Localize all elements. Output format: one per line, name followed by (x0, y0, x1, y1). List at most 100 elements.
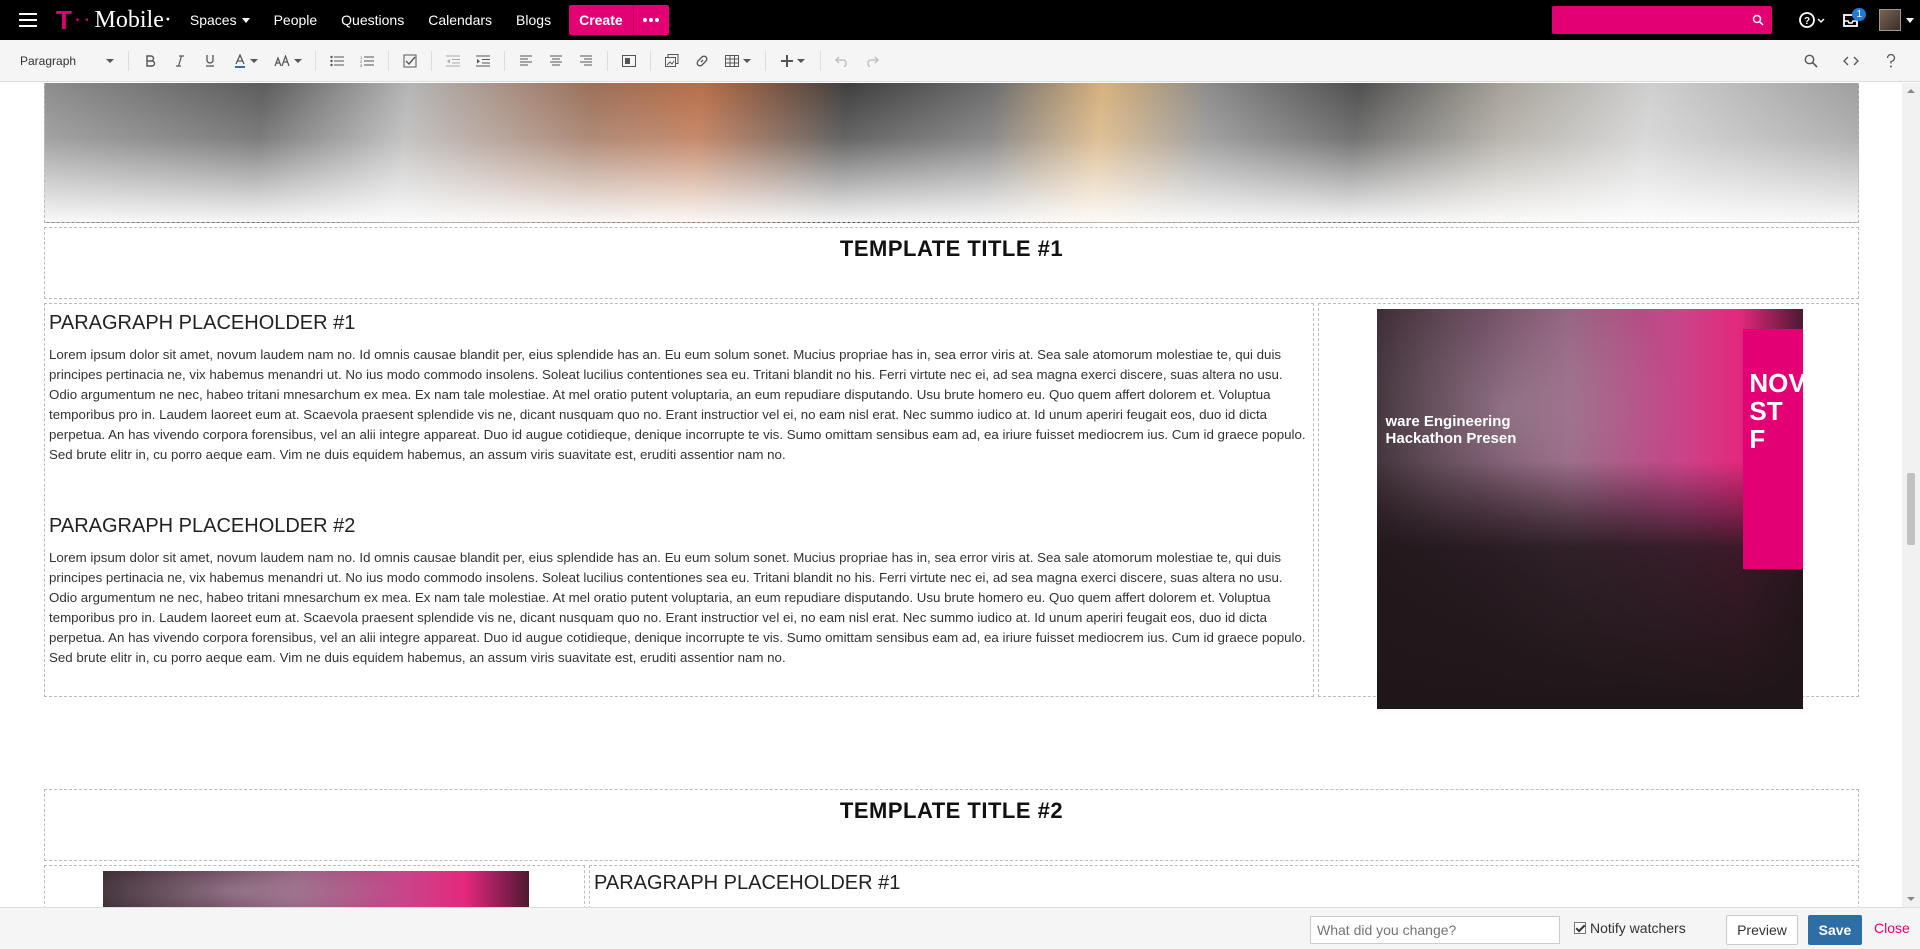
vertical-scrollbar[interactable] (1902, 83, 1920, 907)
code-icon (1843, 56, 1859, 66)
undo-button[interactable] (829, 48, 855, 74)
nav-people[interactable]: People (274, 0, 318, 40)
source-code-button[interactable] (1838, 48, 1864, 74)
photo-people-area (1377, 461, 1803, 709)
svg-text:?: ? (1804, 16, 1810, 27)
redo-button[interactable] (859, 48, 885, 74)
toolbar-divider (765, 50, 766, 71)
insert-more-button[interactable] (774, 48, 812, 74)
table-icon (725, 54, 739, 67)
create-button[interactable]: Create (569, 5, 633, 35)
chevron-down-icon (1905, 17, 1914, 23)
photo-sign: NOV ST F (1743, 329, 1806, 569)
svg-text:3: 3 (360, 63, 363, 67)
underline-button[interactable] (197, 48, 223, 74)
insert-table-button[interactable] (719, 48, 757, 74)
help-button[interactable] (1878, 48, 1904, 74)
notifications-button[interactable]: 1 (1832, 0, 1872, 40)
chevron-down-icon (294, 58, 302, 63)
bold-icon (146, 54, 156, 67)
change-comment-input[interactable] (1310, 916, 1560, 944)
find-replace-button[interactable] (1798, 48, 1824, 74)
notification-count-badge: 1 (1852, 8, 1866, 21)
more-options-button[interactable] (632, 5, 669, 35)
align-left-button[interactable] (513, 48, 539, 74)
numbered-list-button[interactable]: 123 (354, 48, 380, 74)
notify-watchers-label: Notify watchers (1590, 920, 1686, 936)
template-title-1: TEMPLATE TITLE #1 (839, 236, 1064, 261)
template-title-1-section[interactable]: TEMPLATE TITLE #1 (44, 227, 1859, 299)
chevron-down-icon (797, 58, 805, 63)
plus-icon (781, 54, 793, 67)
toolbar-divider (650, 50, 651, 71)
paragraph-heading-section-2: PARAGRAPH PLACEHOLDER #1 (594, 872, 901, 894)
paragraph-text-1: Lorem ipsum dolor sit amet, novum laudem… (49, 347, 1306, 462)
scrollbar-thumb[interactable] (1907, 473, 1915, 545)
align-center-button[interactable] (543, 48, 569, 74)
scroll-down-arrow-icon[interactable] (1907, 897, 1915, 901)
image-icon (665, 53, 679, 67)
editor-content[interactable]: TEMPLATE TITLE #1 PARAGRAPH PLACEHOLDER … (0, 83, 1902, 907)
toolbar-divider (128, 50, 129, 71)
bullet-list-button[interactable] (324, 48, 350, 74)
notify-watchers-checkbox[interactable]: Notify watchers (1574, 920, 1686, 936)
image-column-section-1[interactable]: NOV ST F ware Engineering Hackathon Pres… (1318, 303, 1859, 709)
nav-calendars[interactable]: Calendars (428, 0, 492, 40)
ellipsis-icon (643, 18, 660, 22)
task-list-button[interactable] (397, 48, 423, 74)
align-center-icon (550, 55, 562, 66)
insert-image-button[interactable] (659, 48, 685, 74)
text-color-button[interactable] (227, 48, 265, 74)
italic-icon (176, 54, 184, 67)
outdent-button[interactable] (440, 48, 466, 74)
user-menu[interactable] (1872, 0, 1920, 40)
chevron-down-icon (241, 17, 250, 23)
underline-icon (206, 55, 214, 67)
bold-button[interactable] (137, 48, 163, 74)
t-mobile-logo[interactable]: T ·· Mobile· (56, 0, 172, 40)
template-title-2: TEMPLATE TITLE #2 (839, 798, 1064, 823)
paragraph-heading-1: PARAGRAPH PLACEHOLDER #1 (49, 312, 356, 334)
text-column-section-1[interactable]: PARAGRAPH PLACEHOLDER #1 Lorem ipsum dol… (44, 303, 1314, 697)
outdent-icon (446, 55, 460, 66)
chevron-down-icon (106, 58, 114, 63)
save-button[interactable]: Save (1808, 915, 1862, 945)
link-icon (696, 55, 708, 66)
hamburger-menu-icon[interactable] (0, 0, 56, 40)
indent-button[interactable] (470, 48, 496, 74)
toolbar-divider (607, 50, 608, 71)
question-mark-icon (1886, 54, 1896, 68)
block-format-select[interactable]: Paragraph (12, 48, 122, 74)
text-style-icon (274, 54, 290, 66)
checkbox-checked-icon[interactable] (1574, 922, 1586, 934)
numbered-list-icon: 123 (360, 55, 374, 67)
photo-caption: ware Engineering Hackathon Presen (1385, 413, 1517, 447)
text-column-section-2[interactable]: PARAGRAPH PLACEHOLDER #1 (589, 865, 1859, 907)
italic-button[interactable] (167, 48, 193, 74)
nav-blogs[interactable]: Blogs (516, 0, 551, 40)
image-column-section-2[interactable] (44, 865, 585, 907)
insert-link-button[interactable] (689, 48, 715, 74)
preview-button[interactable]: Preview (1726, 915, 1798, 945)
close-link[interactable]: Close (1874, 920, 1910, 936)
avatar (1878, 9, 1901, 31)
nav-spaces[interactable]: Spaces (190, 0, 250, 40)
template-title-2-section[interactable]: TEMPLATE TITLE #2 (44, 789, 1859, 861)
help-menu[interactable]: ? (1792, 0, 1832, 40)
search-icon (1752, 14, 1764, 26)
chevron-down-icon (250, 58, 258, 63)
undo-icon (835, 56, 847, 67)
editor-toolbar: Paragraph 123 (0, 40, 1920, 82)
scroll-up-arrow-icon[interactable] (1907, 89, 1915, 93)
toolbar-divider (504, 50, 505, 71)
search-input[interactable] (1552, 6, 1772, 34)
text-style-button[interactable] (269, 48, 307, 74)
paragraph-heading-2: PARAGRAPH PLACEHOLDER #2 (49, 515, 356, 537)
section-2-photo[interactable] (103, 871, 529, 907)
paragraph-text-2: Lorem ipsum dolor sit amet, novum laudem… (49, 550, 1306, 665)
align-right-button[interactable] (573, 48, 599, 74)
nav-questions[interactable]: Questions (341, 0, 404, 40)
hackathon-photo[interactable]: NOV ST F ware Engineering Hackathon Pres… (1377, 309, 1806, 709)
page-layout-button[interactable] (616, 48, 642, 74)
checkbox-icon (403, 54, 417, 67)
